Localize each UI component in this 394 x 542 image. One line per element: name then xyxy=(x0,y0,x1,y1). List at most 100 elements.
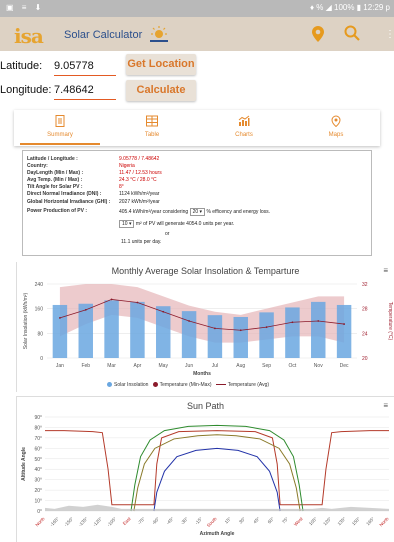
x-tick-label: -105° xyxy=(106,516,117,527)
x-tick-label: -135° xyxy=(78,516,89,527)
sun-path-plot: 0°10°20°30°40°50°60°70°80°90°North -165° -… xyxy=(21,415,390,537)
summary-panel: Latitude / Longitude : 9.05778 / 7.48642… xyxy=(22,150,372,256)
latitude-field[interactable]: 9.05778 xyxy=(54,60,116,76)
tab-charts-label: Charts xyxy=(235,132,253,138)
y2-tick-label: 24 xyxy=(362,331,368,337)
calculate-button[interactable]: Calculate xyxy=(126,80,196,101)
status-bar: ▣ ≡ ⬇ ♦ % ◢ 100% ▮ 12:29 p xyxy=(0,0,394,17)
summary-value: 405.4 kWh/m²/year considering xyxy=(119,209,189,215)
x-tick-label: 165° xyxy=(365,516,375,526)
summary-key: Global Horizontal Irradiance (GHI) : xyxy=(27,199,111,205)
y-tick-label: 0° xyxy=(37,509,42,515)
y-tick-label: 240 xyxy=(35,282,44,288)
status-bar-left-icons: ▣ ≡ ⬇ xyxy=(6,3,45,12)
summary-value: 24.3 °C / 28.0 °C xyxy=(119,177,157,183)
app-bar: isa Solar Calculator ⋮ xyxy=(0,17,394,51)
menu-icon[interactable]: ≡ xyxy=(383,401,388,410)
y-tick-label: 0 xyxy=(40,356,43,362)
sun-path-line xyxy=(133,434,301,512)
x-tick-label: 105° xyxy=(308,516,318,526)
x-tick-label: North xyxy=(378,516,390,528)
insolation-bar xyxy=(336,304,352,358)
x-tick-label: Jun xyxy=(185,363,193,369)
tab-maps-label: Maps xyxy=(328,132,344,138)
y2-axis-title: Temperature (°C) xyxy=(387,302,393,341)
tab-table-label: Table xyxy=(144,132,160,138)
x-tick-label: -30° xyxy=(180,516,190,526)
app-title: Solar Calculator xyxy=(64,29,143,41)
y-tick-label: 50° xyxy=(34,457,42,463)
legend-label: Temperature (Min-Max) xyxy=(159,382,212,388)
menu-icon[interactable]: ≡ xyxy=(383,266,388,275)
y-axis-title: Altitude Angle xyxy=(21,447,27,481)
summary-value: 1124 kWh/m²/year xyxy=(119,191,160,197)
x-tick-label: -75° xyxy=(137,516,147,526)
tab-maps[interactable]: Maps xyxy=(290,110,382,146)
insolation-bar xyxy=(130,301,145,358)
x-tick-label: North xyxy=(34,516,46,528)
x-tick-label: Jul xyxy=(212,363,218,369)
y-tick-label: 40° xyxy=(34,467,42,473)
summary-key: Avg Temp. (Min / Max) : xyxy=(27,177,83,183)
temperature-avg-point xyxy=(343,323,345,325)
x-tick-label: East xyxy=(122,516,132,526)
tab-bar: Summary Table Charts Maps xyxy=(14,110,380,146)
x-tick-label: May xyxy=(159,363,169,369)
area-select[interactable]: 10 ▾ xyxy=(119,220,135,228)
efficiency-select[interactable]: 20 ▾ xyxy=(189,208,206,216)
sun-path-chart-title: Sun Path xyxy=(186,401,225,411)
sun-path-line xyxy=(45,430,389,506)
x-tick-label: Mar xyxy=(107,363,116,369)
summary-key: DayLength (Min / Max) : xyxy=(27,170,84,176)
summary-value: 8° xyxy=(119,184,124,190)
longitude-field[interactable]: 7.48642 xyxy=(54,84,116,100)
legend-label: Solar Insolation xyxy=(114,382,149,388)
location-pin-icon[interactable] xyxy=(312,26,324,42)
x-axis-title: Azimuth Angle xyxy=(200,531,235,537)
x-tick-label: -45° xyxy=(165,516,175,526)
y2-tick-label: 20 xyxy=(362,356,368,362)
tab-charts[interactable]: Charts xyxy=(198,110,290,146)
temperature-avg-point xyxy=(214,327,216,330)
tab-summary[interactable]: Summary xyxy=(14,110,106,146)
legend-label: Temperature (Avg) xyxy=(227,382,270,388)
y2-tick-label: 32 xyxy=(362,282,368,288)
x-tick-label: 15° xyxy=(224,516,232,524)
efficiency-text: % efficency and energy loss. xyxy=(206,209,271,215)
summary-key: Power Production of PV : xyxy=(27,208,88,214)
summary-value: 2027 kWh/m²/year xyxy=(119,199,160,205)
status-bar-right-info: ♦ % ◢ 100% ▮ 12:29 p xyxy=(309,3,390,12)
or-text: or xyxy=(165,231,170,237)
summary-icon xyxy=(55,115,65,127)
x-tick-label: West xyxy=(293,516,304,527)
insolation-bar xyxy=(52,304,68,358)
legend-swatch xyxy=(107,382,112,388)
y-tick-label: 80° xyxy=(34,425,42,431)
insolation-chart: Monthly Average Solar Insolation & Tempa… xyxy=(16,262,394,392)
y-tick-label: 60° xyxy=(34,446,42,452)
y-tick-label: 30° xyxy=(34,478,42,484)
x-tick-label: Nov xyxy=(314,363,323,369)
x-tick-label: 75° xyxy=(281,516,289,524)
maps-icon xyxy=(331,115,341,127)
summary-key: Tilt Angle for Solar PV : xyxy=(27,184,83,190)
summary-key: Latitude / Longitude : xyxy=(27,156,78,162)
x-tick-label: Oct xyxy=(289,363,297,369)
summary-key: Country: xyxy=(27,163,48,169)
temperature-avg-point xyxy=(239,329,242,332)
get-location-button[interactable]: Get Location xyxy=(126,54,196,75)
search-icon[interactable] xyxy=(344,25,360,41)
insolation-chart-title: Monthly Average Solar Insolation & Tempa… xyxy=(111,266,300,276)
summary-key: Direct Normal Irradiance (DNI) : xyxy=(27,191,102,197)
y-tick-label: 70° xyxy=(34,436,42,442)
x-tick-label: Apr xyxy=(134,363,142,369)
summary-value: 11.47 / 12.53 hours xyxy=(119,170,162,176)
more-options-icon[interactable]: ⋮ xyxy=(385,29,394,40)
temperature-avg-point xyxy=(59,317,61,319)
insolation-bar xyxy=(207,315,223,358)
summary-value: 9.05778 / 7.48642 xyxy=(119,156,160,162)
x-tick-label: Aug xyxy=(236,363,245,369)
x-tick-label: -120° xyxy=(92,516,103,527)
tab-table[interactable]: Table xyxy=(106,110,198,146)
y2-tick-label: 28 xyxy=(362,307,368,313)
